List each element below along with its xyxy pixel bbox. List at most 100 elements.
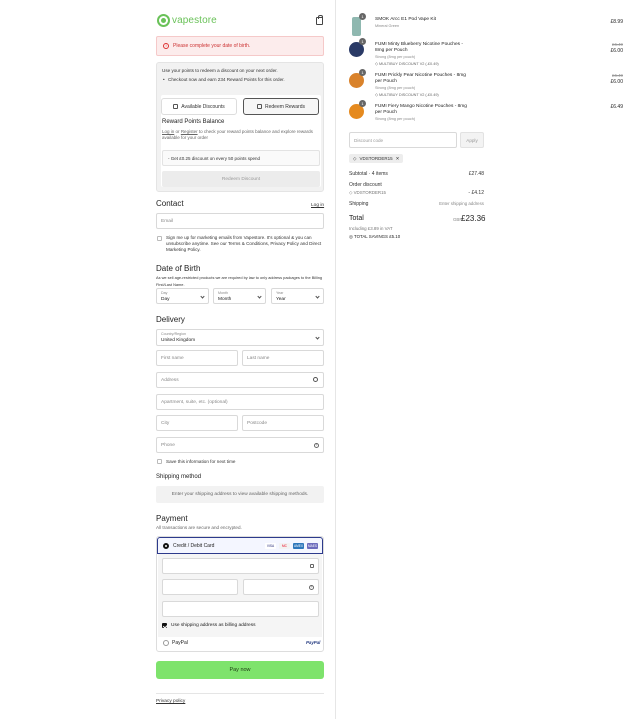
dob-year-select[interactable]: Year Year [271,288,324,304]
reward-tier-label: - Get £0.25 discount on every 50 points … [168,155,261,161]
contact-heading: Contact [156,199,184,208]
tab-available-discounts[interactable]: Available Discounts [161,98,237,115]
reward-tier-option[interactable]: - Get £0.25 discount on every 50 points … [162,150,320,166]
privacy-policy-link[interactable]: Privacy policy [156,699,185,704]
lock-icon [310,564,314,568]
visa-icon: VISA [265,543,276,549]
tab-redeem-rewards[interactable]: Redeem Rewards [243,98,319,115]
chevron-down-icon [315,335,320,340]
apartment-placeholder: Apartment, suite, etc. (optional) [161,399,228,405]
quantity-badge: 1 [359,100,366,107]
phone-field[interactable]: Phone ? [156,437,324,453]
marketing-checkbox[interactable] [157,236,162,241]
logo-mark-icon [157,14,170,27]
item-original-price: £6.49 [612,42,623,47]
footer-divider [156,693,324,694]
shipping-methods-placeholder: Enter your shipping address to view avai… [156,486,324,503]
last-name-field[interactable]: Last name [242,350,324,366]
billing-same-checkbox[interactable] [162,623,167,628]
card-name-field[interactable] [162,601,319,617]
email-placeholder: Email [161,218,173,224]
card-option[interactable]: Credit / Debit Card VISA MC AMEX MAES [157,537,323,554]
rewards-login-link[interactable]: Log in [162,129,174,134]
card-form: ? Use shipping address as billing addres… [158,554,322,637]
alert-circle-icon: ! [163,43,169,49]
error-message: Please complete your date of birth. [173,43,251,49]
dob-error-banner: ! Please complete your date of birth. [156,36,324,56]
order-discount-code-label: VDSTORDER15 [353,190,386,195]
dob-month-select[interactable]: Month Month [213,288,266,304]
help-circle-icon[interactable]: ? [314,443,319,448]
first-name-field[interactable]: First name [156,350,238,366]
amex-icon: AMEX [293,543,304,549]
item-name: FUMI Prickly Pear Nicotine Pouches - 8mg… [375,73,466,84]
save-info-label: Save this information for next time [166,459,236,464]
mastercard-icon: MC [279,543,290,549]
paypal-option-label[interactable]: PayPal [172,640,188,646]
quantity-badge: 1 [359,13,366,20]
item-discount: ◇ MULTIBUY DISCOUNT V2 (-£0.49) [375,62,439,66]
redeem-discount-label: Redeem Discount [221,176,261,182]
order-discount-label: Order discount [349,182,382,188]
dob-day-select[interactable]: Day Day [156,288,209,304]
rewards-card: Available Discounts Redeem Rewards Rewar… [161,95,321,187]
tag-icon [173,104,179,109]
dob-year-label: Year [276,291,284,295]
country-value: United Kingdom [161,338,196,343]
dob-year-value: Year [276,297,286,302]
card-cvv-field[interactable]: ? [243,579,319,595]
card-radio[interactable] [163,543,169,549]
item-name: SMOK Arcc E1 Pod Vape Kit [375,17,436,22]
dob-heading: Date of Birth [156,264,201,273]
payment-subtitle: All transactions are secure and encrypte… [156,525,242,530]
apply-discount-button[interactable]: Apply [460,132,484,148]
redeem-discount-button[interactable]: Redeem Discount [162,171,320,187]
country-select[interactable]: Country/Region United Kingdom [156,329,324,346]
total-label: Total [349,215,364,222]
discount-code-field[interactable]: Discount code [349,132,457,148]
discount-code-placeholder: Discount code [354,137,384,143]
balance-title: Reward Points Balance [162,119,225,125]
paypal-radio[interactable] [163,640,169,646]
contact-login-link[interactable]: Log in [311,203,324,208]
store-logo[interactable]: vapestore [157,14,217,27]
total-value: £23.36 [461,214,486,223]
city-placeholder: City [161,420,170,426]
item-name: FUMI Minty Blueberry Nicotine Pouches - … [375,42,463,53]
maestro-icon: MAES [307,543,318,549]
order-discount-value: - £4.12 [468,190,484,196]
address-field[interactable]: Address [156,372,324,388]
card-number-field[interactable] [162,558,319,574]
paypal-logo: PayPal [306,640,321,645]
subtotal-label: Subtotal · 4 items [349,171,388,177]
apartment-field[interactable]: Apartment, suite, etc. (optional) [156,394,324,410]
help-circle-icon[interactable]: ? [309,585,314,590]
tab-redeem-rewards-label: Redeem Rewards [264,103,306,110]
save-info-checkbox[interactable] [157,459,162,464]
item-price: £6.00 [610,79,623,85]
item-price: £6.49 [610,104,623,110]
item-discount-label: MULTIBUY DISCOUNT V2 (-£0.49) [378,93,439,97]
subtotal-value: £27.48 [468,171,484,177]
shopping-bag-icon[interactable] [316,15,323,25]
item-discount: ◇ MULTIBUY DISCOUNT V2 (-£0.49) [375,93,439,97]
marketing-text: Sign me up for marketing emails from Vap… [166,235,322,252]
rewards-panel: Use your points to redeem a discount on … [156,62,324,192]
total-savings-label: TOTAL SAVINGS £5.10 [353,234,401,239]
postcode-field[interactable]: Postcode [242,415,324,431]
item-variant: Mineral Green [375,24,400,28]
email-field[interactable]: Email [156,213,324,229]
last-name-placeholder: Last name [247,355,270,361]
close-icon[interactable]: ✕ [396,156,400,162]
pay-now-button[interactable]: Pay now [156,661,324,679]
delivery-heading: Delivery [156,315,185,324]
or-text: or [175,129,180,134]
city-field[interactable]: City [156,415,238,431]
quantity-badge: 1 [359,38,366,45]
card-option-label: Credit / Debit Card [173,543,215,549]
tag-icon: ◇ [353,155,357,161]
rewards-register-link[interactable]: Register [181,129,198,134]
card-expiry-field[interactable] [162,579,238,595]
dob-month-label: Month [218,291,228,295]
chevron-down-icon [257,294,262,299]
